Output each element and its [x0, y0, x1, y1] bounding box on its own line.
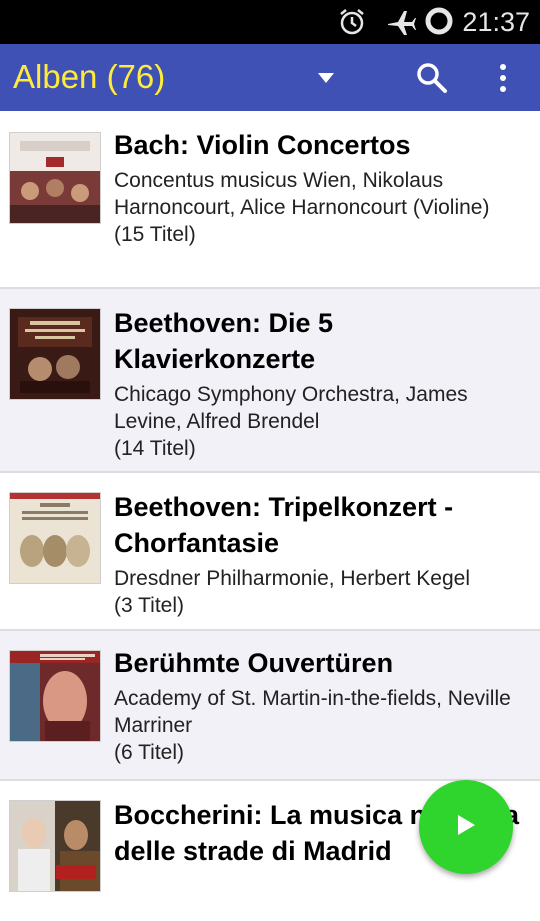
airplane-mode-icon: [386, 8, 416, 41]
album-title: Beethoven: Die 5 Klavierkonzerte: [114, 308, 334, 374]
play-icon: [455, 813, 477, 842]
album-cover: [10, 801, 100, 891]
album-artists: Academy of St. Martin-in-the-fields, Nev…: [114, 687, 511, 737]
album-track-count: (3 Titel): [114, 594, 185, 617]
album-track-count: (14 Titel): [114, 437, 196, 460]
search-icon[interactable]: [412, 58, 452, 98]
album-artists: Chicago Symphony Orchestra, James Levine…: [114, 383, 468, 433]
alarm-icon: [338, 8, 366, 41]
album-title: Bach: Violin Concertos: [114, 130, 411, 160]
page-title: Alben (76): [13, 58, 166, 95]
app-bar: Alben (76): [0, 44, 540, 111]
album-cover: [10, 309, 100, 399]
album-cover: [10, 651, 100, 741]
album-cover: [10, 133, 100, 223]
list-item[interactable]: Beethoven: Die 5 Klavierkonzerte Chicago…: [0, 289, 540, 473]
play-button[interactable]: [419, 780, 513, 874]
overflow-menu-icon[interactable]: [483, 58, 523, 98]
album-track-count: (6 Titel): [114, 741, 185, 764]
list-item[interactable]: Bach: Violin Concertos Concentus musicus…: [0, 111, 540, 289]
album-title: Berühmte Ouvertüren: [114, 648, 394, 678]
list-item[interactable]: Berühmte Ouvertüren Academy of St. Marti…: [0, 631, 540, 781]
dropdown-triangle-icon[interactable]: [306, 58, 346, 98]
loading-circle-icon: [424, 6, 454, 41]
album-track-count: (15 Titel): [114, 223, 196, 246]
status-bar: 21:37: [0, 0, 540, 44]
album-artists: Dresdner Philharmonie, Herbert Kegel: [114, 567, 471, 590]
album-title: Beethoven: Tripelkonzert - Chorfantasie: [114, 492, 454, 558]
list-item[interactable]: Beethoven: Tripelkonzert - Chorfantasie …: [0, 473, 540, 631]
status-time: 21:37: [462, 7, 530, 37]
album-cover: [10, 493, 100, 583]
album-artists: Concentus musicus Wien, Nikolaus Harnonc…: [114, 169, 490, 219]
